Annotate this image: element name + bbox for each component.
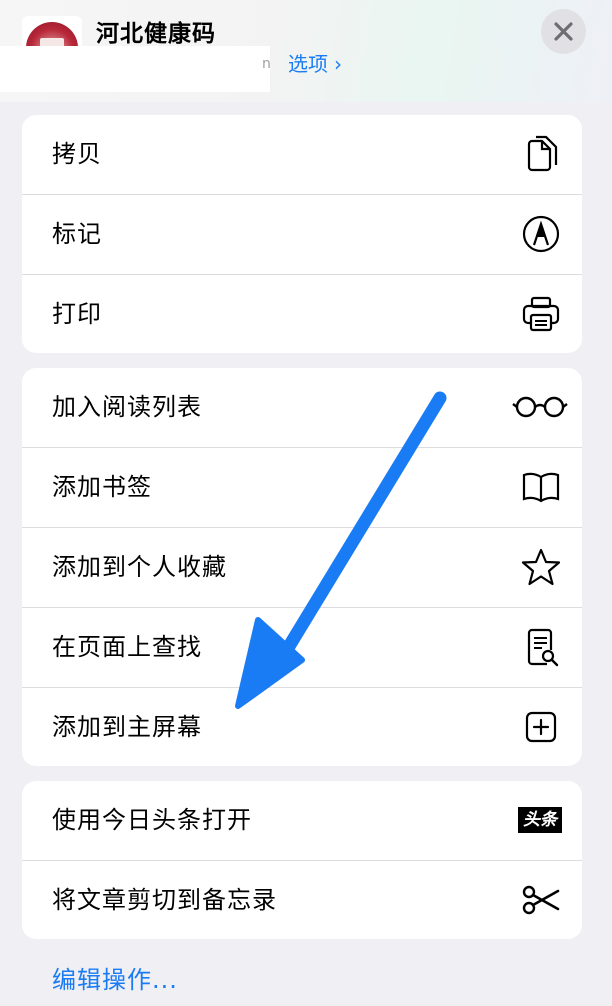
add-square-icon (520, 706, 562, 748)
menu-item-label: 加入阅读列表 (52, 393, 202, 421)
menu-item-print[interactable]: 打印 (22, 275, 582, 353)
action-group-2: 加入阅读列表 添加书签 添加到个人收藏 在页面上查找 添加到主屏幕 (22, 368, 582, 766)
toutiao-icon: 头条 (518, 807, 562, 833)
redacted-subtitle-tail: n (262, 56, 271, 72)
menu-item-label: 打印 (52, 300, 102, 328)
redacted-subtitle (0, 46, 270, 92)
menu-item-label: 添加到主屏幕 (52, 713, 202, 741)
scissors-icon (520, 879, 562, 921)
menu-item-label: 添加到个人收藏 (52, 553, 227, 581)
chevron-right-icon: › (334, 52, 342, 76)
menu-item-find-on-page[interactable]: 在页面上查找 (22, 608, 582, 688)
menu-item-add-to-favorites[interactable]: 添加到个人收藏 (22, 528, 582, 608)
close-icon (554, 22, 573, 41)
menu-item-markup[interactable]: 标记 (22, 195, 582, 275)
menu-item-label: 标记 (52, 220, 102, 248)
glasses-icon (512, 386, 568, 428)
printer-icon (520, 293, 562, 335)
menu-item-clip-to-notes[interactable]: 将文章剪切到备忘录 (22, 861, 582, 939)
book-icon (520, 466, 562, 508)
menu-item-open-in-toutiao[interactable]: 使用今日头条打开 头条 (22, 781, 582, 861)
toutiao-logo-text: 头条 (518, 807, 562, 833)
edit-actions-link[interactable]: 编辑操作... (52, 960, 178, 995)
action-group-1: 拷贝 标记 打印 (22, 115, 582, 353)
menu-item-add-to-home-screen[interactable]: 添加到主屏幕 (22, 688, 582, 766)
markup-icon (520, 213, 562, 255)
menu-item-label: 将文章剪切到备忘录 (52, 886, 277, 914)
find-in-page-icon (520, 626, 562, 668)
star-icon (520, 546, 562, 588)
options-label: 选项 (288, 52, 328, 76)
menu-item-label: 拷贝 (52, 140, 102, 168)
action-group-3: 使用今日头条打开 头条 将文章剪切到备忘录 (22, 781, 582, 939)
menu-item-label: 添加书签 (52, 473, 152, 501)
options-link[interactable]: 选项 › (288, 48, 342, 77)
copy-icon (520, 133, 562, 175)
page-title: 河北健康码 (96, 21, 216, 47)
menu-item-add-bookmark[interactable]: 添加书签 (22, 448, 582, 528)
share-sheet-header: 河北健康码 n 选项 › (0, 0, 612, 102)
menu-item-add-to-reading-list[interactable]: 加入阅读列表 (22, 368, 582, 448)
menu-item-label: 在页面上查找 (52, 633, 202, 661)
menu-item-copy[interactable]: 拷贝 (22, 115, 582, 195)
close-button[interactable] (541, 9, 586, 54)
menu-item-label: 使用今日头条打开 (52, 806, 252, 834)
